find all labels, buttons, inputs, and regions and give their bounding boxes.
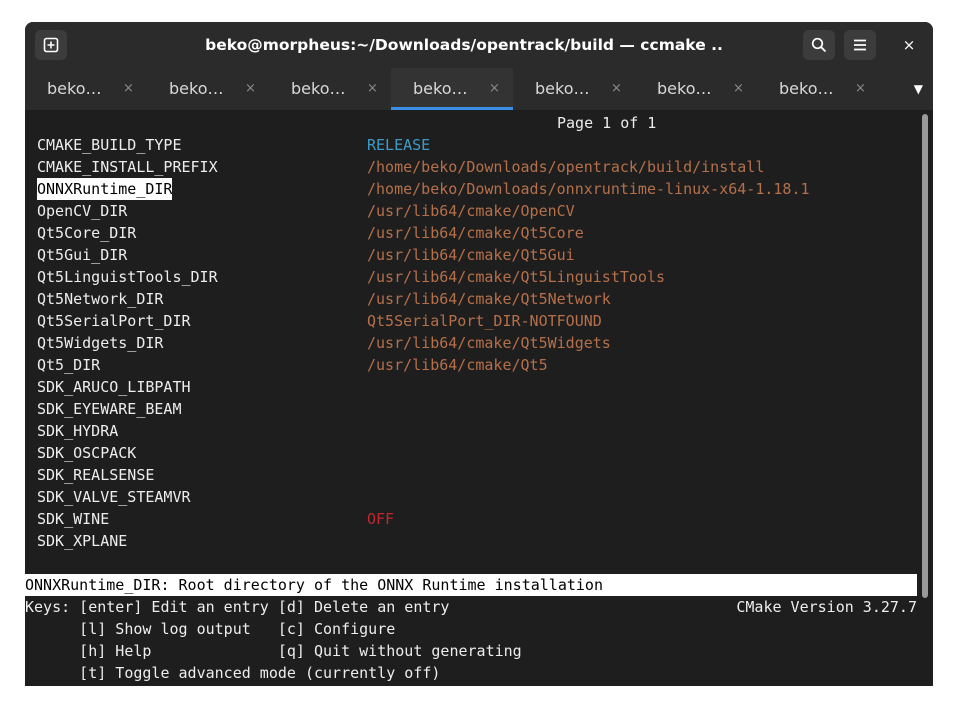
tab-close-icon[interactable]: × — [855, 68, 866, 110]
cache-entry-key[interactable]: Qt5SerialPort_DIR — [37, 310, 191, 332]
tab-2[interactable]: beko… × — [147, 68, 269, 110]
tab-label: beko… — [535, 79, 590, 98]
cache-entry-value[interactable]: /usr/lib64/cmake/Qt5 — [367, 354, 548, 376]
page-info: Page 1 of 1 — [557, 114, 657, 132]
cache-entry-value[interactable]: /home/beko/Downloads/onnxruntime-linux-x… — [367, 178, 810, 200]
cache-entry-key[interactable]: SDK_EYEWARE_BEAM — [37, 398, 182, 420]
tab-close-icon[interactable]: × — [611, 68, 622, 110]
cache-entry-value[interactable]: OFF — [367, 508, 394, 530]
cache-entry-key[interactable]: CMAKE_INSTALL_PREFIX — [37, 156, 218, 178]
cache-entry-key[interactable]: SDK_OSCPACK — [37, 442, 136, 464]
tab-list-dropdown-icon[interactable]: ▼ — [914, 68, 923, 110]
tab-bar: beko… × beko… × beko… × beko… × beko… × beko… × beko… — [25, 68, 933, 110]
keys-help-line: [l] Show log output [c] Configure — [25, 620, 396, 638]
hamburger-menu-icon — [854, 39, 866, 51]
cache-entry-key[interactable]: Qt5Network_DIR — [37, 288, 163, 310]
cache-entry-value[interactable]: /usr/lib64/cmake/OpenCV — [367, 200, 575, 222]
new-tab-icon — [43, 37, 59, 53]
entry-help-text: ONNXRuntime_DIR: Root directory of the O… — [25, 574, 917, 596]
terminal-window: beko@morpheus:~/Downloads/opentrack/buil… — [25, 22, 933, 686]
tab-7[interactable]: beko… × — [757, 68, 879, 110]
cache-entry-value[interactable]: /usr/lib64/cmake/Qt5Gui — [367, 244, 575, 266]
cache-entry-key[interactable]: SDK_HYDRA — [37, 420, 118, 442]
tab-close-icon[interactable]: × — [733, 68, 744, 110]
cache-entry-key[interactable]: SDK_XPLANE — [37, 530, 127, 552]
close-window-button[interactable]: × — [893, 30, 925, 60]
cache-entry-key[interactable]: Qt5Widgets_DIR — [37, 332, 163, 354]
terminal-content[interactable]: Page 1 of 1 CMAKE_BUILD_TYPE RELEASE CMAKE… — [25, 110, 933, 686]
search-icon — [811, 37, 827, 53]
cache-entry-key[interactable]: Qt5LinguistTools_DIR — [37, 266, 218, 288]
cache-entry-key[interactable]: Qt5Gui_DIR — [37, 244, 127, 266]
tab-label: beko… — [413, 79, 468, 98]
window-title: beko@morpheus:~/Downloads/opentrack/buil… — [205, 36, 723, 54]
keys-help-line: Keys: [enter] Edit an entry [d] Delete a… — [25, 598, 450, 616]
cache-entry-value[interactable]: /usr/lib64/cmake/Qt5LinguistTools — [367, 266, 665, 288]
tab-6[interactable]: beko… × — [635, 68, 757, 110]
cache-entry-value[interactable]: /usr/lib64/cmake/Qt5Widgets — [367, 332, 611, 354]
tab-3[interactable]: beko… × — [269, 68, 391, 110]
cache-entry-key[interactable]: Qt5_DIR — [37, 354, 100, 376]
tab-label: beko… — [169, 79, 224, 98]
scrollbar[interactable] — [922, 114, 928, 598]
title-bar: beko@morpheus:~/Downloads/opentrack/buil… — [25, 22, 933, 68]
tab-1[interactable]: beko… × — [25, 68, 147, 110]
tab-close-icon[interactable]: × — [367, 68, 378, 110]
cache-entry-value[interactable]: RELEASE — [367, 134, 430, 156]
tab-close-icon[interactable]: × — [489, 68, 500, 110]
keys-help-line: [t] Toggle advanced mode (currently off) — [25, 664, 441, 682]
cache-entry-key[interactable]: Qt5Core_DIR — [37, 222, 136, 244]
menu-button[interactable] — [844, 30, 876, 60]
keys-help-line: [h] Help [q] Quit without generating — [25, 642, 522, 660]
tab-label: beko… — [779, 79, 834, 98]
cache-entry-key[interactable]: CMAKE_BUILD_TYPE — [37, 134, 182, 156]
cache-entry-key[interactable]: SDK_REALSENSE — [37, 464, 154, 486]
tab-close-icon[interactable]: × — [123, 68, 134, 110]
cache-entry-value[interactable]: /usr/lib64/cmake/Qt5Core — [367, 222, 584, 244]
tab-5[interactable]: beko… × — [513, 68, 635, 110]
tab-label: beko… — [291, 79, 346, 98]
cache-entry-key[interactable]: ONNXRuntime_DIR — [37, 178, 173, 200]
cache-entry-value[interactable]: /home/beko/Downloads/opentrack/build/ins… — [367, 156, 764, 178]
tab-label: beko… — [657, 79, 712, 98]
tab-label: beko… — [47, 79, 102, 98]
cache-entry-key[interactable]: SDK_ARUCO_LIBPATH — [37, 376, 191, 398]
tab-4[interactable]: beko… × — [391, 68, 513, 110]
cache-entry-key[interactable]: OpenCV_DIR — [37, 200, 127, 222]
cmake-version: CMake Version 3.27.7 — [736, 598, 917, 616]
cache-entry-key[interactable]: SDK_VALVE_STEAMVR — [37, 486, 191, 508]
close-icon: × — [902, 36, 916, 54]
cache-entry-value[interactable]: Qt5SerialPort_DIR-NOTFOUND — [367, 310, 602, 332]
new-tab-button[interactable] — [35, 30, 67, 60]
search-button[interactable] — [803, 30, 835, 60]
cache-entry-key[interactable]: SDK_WINE — [37, 508, 109, 530]
cache-entry-value[interactable]: /usr/lib64/cmake/Qt5Network — [367, 288, 611, 310]
tab-close-icon[interactable]: × — [245, 68, 256, 110]
